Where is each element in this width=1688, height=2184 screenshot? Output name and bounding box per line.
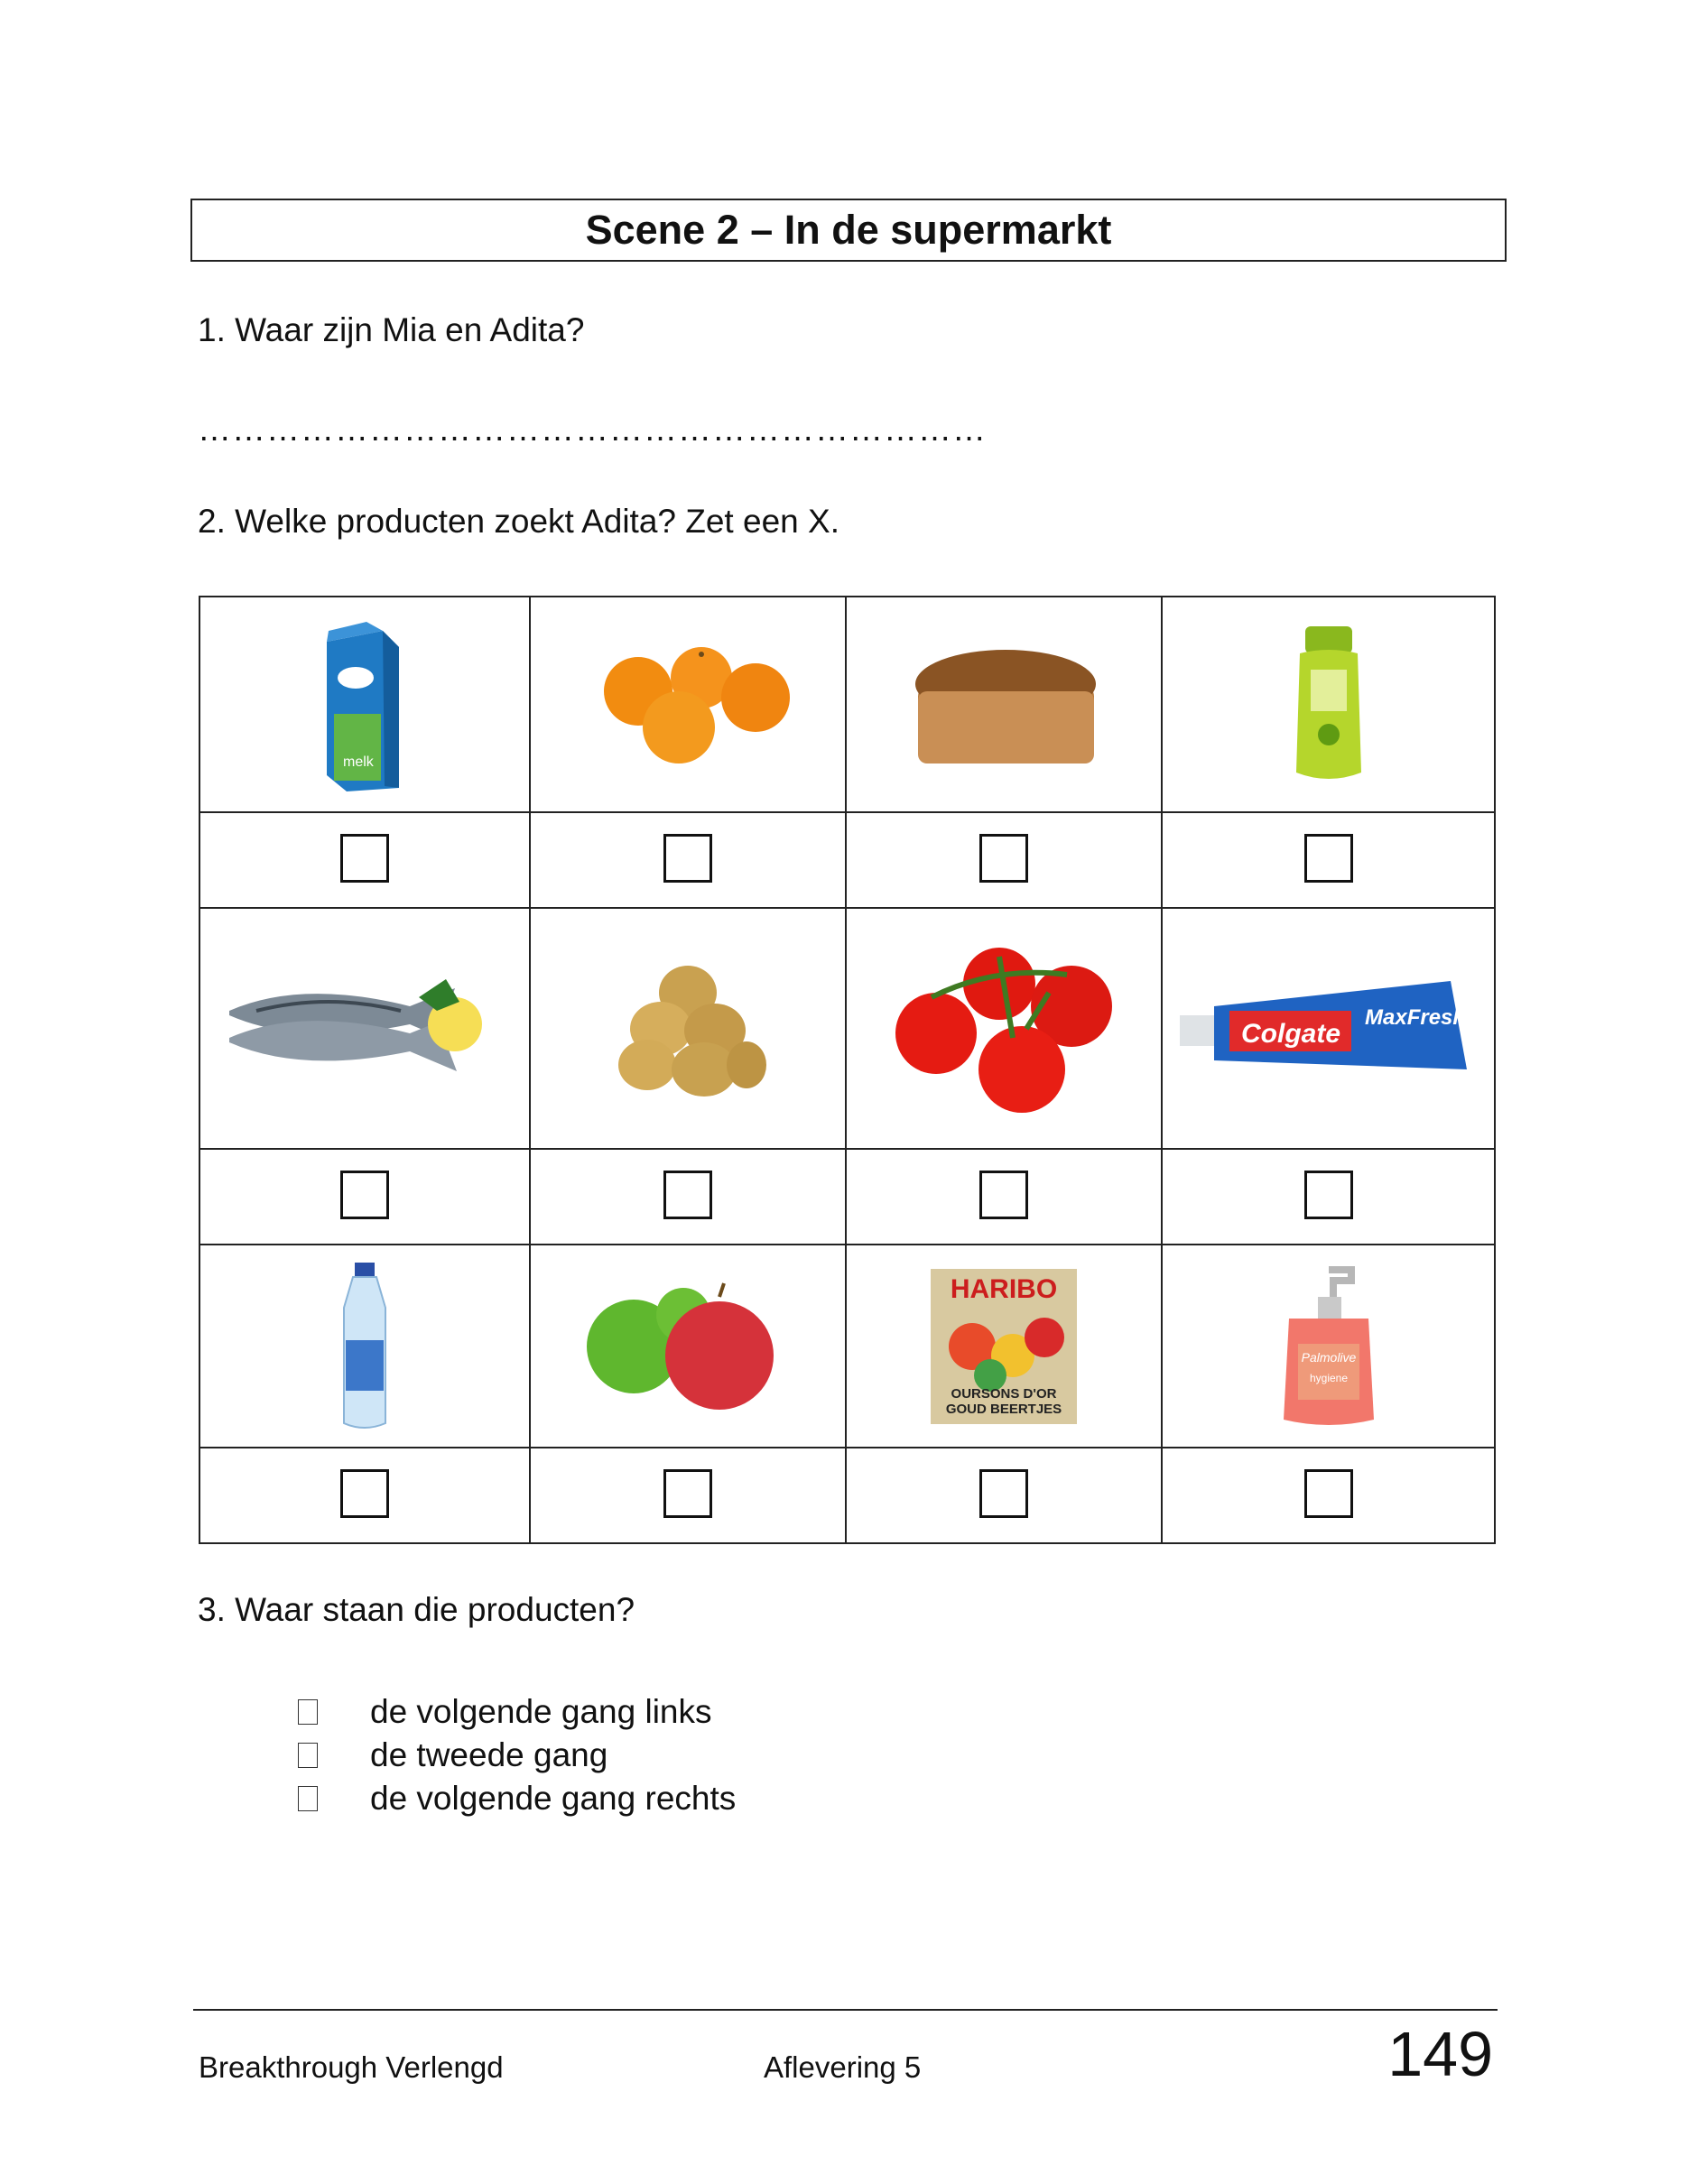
- shampoo-bottle-image: [1295, 625, 1361, 779]
- toothpaste-image: Colgate MaxFresh: [1179, 980, 1467, 1069]
- product-checkbox-water[interactable]: [340, 1468, 389, 1518]
- checkbox-cell: [1161, 1148, 1496, 1246]
- checkbox-cell: [529, 1447, 847, 1544]
- toothpaste-variant-text: MaxFresh: [1365, 1005, 1466, 1030]
- potatoes-image: [618, 965, 766, 1097]
- page-number: 149: [1387, 2019, 1493, 2089]
- product-checkbox-oranges[interactable]: [663, 833, 712, 883]
- product-cell-bread: [845, 595, 1163, 814]
- tomatoes-image: [895, 947, 1112, 1113]
- product-cell-tomatoes: [845, 906, 1163, 1151]
- checkbox-cell: [529, 811, 847, 909]
- product-checkbox-fish[interactable]: [340, 1170, 389, 1219]
- checkbox-cell: [199, 1148, 531, 1246]
- option-checkbox[interactable]: [298, 1699, 318, 1725]
- answer-line: ……………………………………………………………: [198, 411, 987, 448]
- checkbox-cell: [845, 1148, 1163, 1246]
- footer-episode: Aflevering 5: [764, 2050, 922, 2084]
- checkbox-cell: [1161, 811, 1496, 909]
- oranges-image: [604, 646, 790, 763]
- checkbox-cell: [199, 811, 531, 909]
- footer-divider: [193, 2009, 1498, 2011]
- product-grid: melk Colgate MaxFresh HARIBO OURSONS D'O…: [199, 595, 1496, 1544]
- product-cell-water: [199, 1244, 531, 1449]
- product-checkbox-tomatoes[interactable]: [979, 1170, 1028, 1219]
- answer-options: de volgende gang links de tweede gang de…: [298, 1690, 736, 1820]
- water-bottle-image: [343, 1262, 386, 1429]
- answer-option[interactable]: de volgende gang links: [298, 1690, 736, 1734]
- haribo-brand-text: HARIBO: [951, 1274, 1057, 1304]
- product-checkbox-shampoo[interactable]: [1303, 833, 1353, 883]
- soap-brand-text: Palmolive: [1301, 1350, 1356, 1365]
- milk-label: melk: [343, 754, 375, 770]
- haribo-label-text: OURSONS D'OR GOUD BEERTJES: [945, 1385, 1062, 1417]
- product-cell-soap: Palmolive hygiene: [1161, 1244, 1496, 1449]
- product-cell-shampoo: [1161, 595, 1496, 814]
- soap-label-text: hygiene: [1309, 1372, 1347, 1384]
- product-checkbox-soap[interactable]: [1303, 1468, 1353, 1518]
- product-cell-milk: melk: [199, 595, 531, 814]
- hand-soap-image: Palmolive hygiene: [1283, 1265, 1374, 1425]
- checkbox-cell: [1161, 1447, 1496, 1544]
- product-checkbox-haribo[interactable]: [979, 1468, 1028, 1518]
- option-label: de volgende gang rechts: [370, 1780, 737, 1817]
- product-checkbox-bread[interactable]: [979, 833, 1028, 883]
- milk-carton-image: melk: [327, 621, 399, 791]
- product-cell-potatoes: [529, 906, 847, 1151]
- question-3: 3. Waar staan die producten?: [198, 1591, 635, 1628]
- answer-option[interactable]: de volgende gang rechts: [298, 1777, 736, 1820]
- product-cell-apples: [529, 1244, 847, 1449]
- product-cell-toothpaste: Colgate MaxFresh: [1161, 906, 1496, 1151]
- fish-image: [229, 978, 482, 1071]
- checkbox-cell: [845, 811, 1163, 909]
- product-checkbox-potatoes[interactable]: [663, 1170, 712, 1219]
- answer-option[interactable]: de tweede gang: [298, 1734, 736, 1777]
- product-checkbox-toothpaste[interactable]: [1303, 1170, 1353, 1219]
- product-cell-oranges: [529, 595, 847, 814]
- footer-course-title: Breakthrough Verlengd: [199, 2050, 504, 2084]
- bread-image: [915, 649, 1096, 763]
- product-cell-fish: [199, 906, 531, 1151]
- checkbox-cell: [199, 1447, 531, 1544]
- question-1: 1. Waar zijn Mia en Adita?: [198, 311, 585, 348]
- question-2: 2. Welke producten zoekt Adita? Zet een …: [198, 503, 839, 540]
- option-checkbox[interactable]: [298, 1786, 318, 1811]
- option-label: de volgende gang links: [370, 1693, 712, 1730]
- haribo-bag-image: HARIBO OURSONS D'OR GOUD BEERTJES: [931, 1268, 1077, 1424]
- option-label: de tweede gang: [370, 1736, 608, 1773]
- checkbox-cell: [845, 1447, 1163, 1544]
- product-checkbox-apples[interactable]: [663, 1468, 712, 1518]
- product-cell-haribo: HARIBO OURSONS D'OR GOUD BEERTJES: [845, 1244, 1163, 1449]
- apples-image: [587, 1282, 774, 1410]
- checkbox-cell: [529, 1148, 847, 1246]
- option-checkbox[interactable]: [298, 1743, 318, 1768]
- product-checkbox-milk[interactable]: [340, 833, 389, 883]
- toothpaste-brand-text: Colgate: [1241, 1019, 1340, 1049]
- page-title: Scene 2 – In de supermarkt: [190, 199, 1507, 262]
